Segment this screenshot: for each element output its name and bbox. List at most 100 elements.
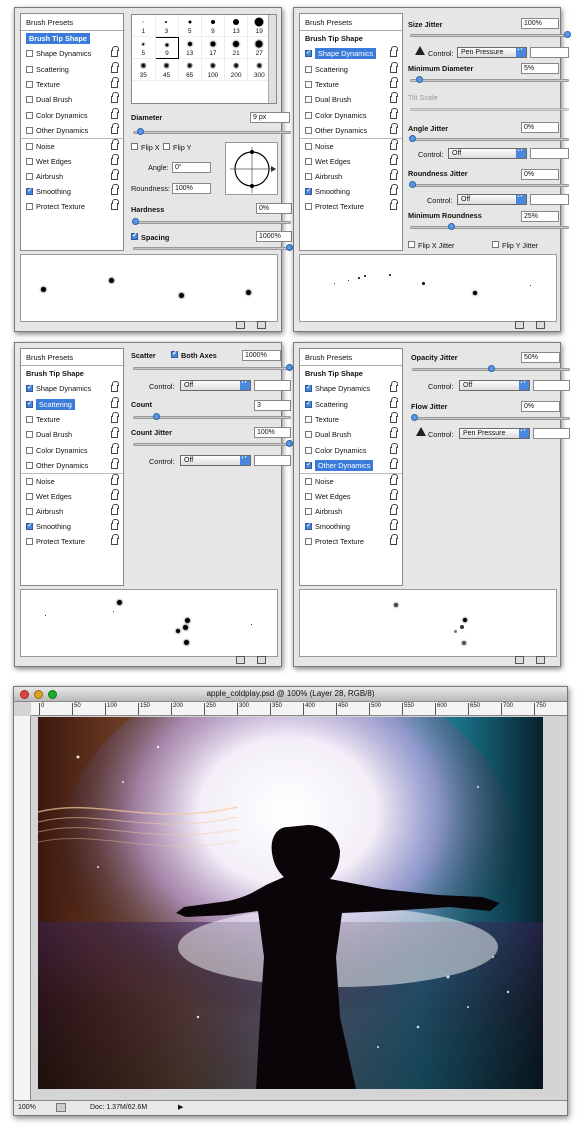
trash-icon[interactable] bbox=[536, 656, 545, 664]
count-field[interactable]: 3 bbox=[254, 400, 291, 411]
angle-roundness-widget[interactable] bbox=[225, 142, 278, 195]
fade-steps-field[interactable] bbox=[530, 47, 569, 58]
lock-icon[interactable] bbox=[390, 107, 398, 119]
brush-option-airbrush[interactable]: Airbrush bbox=[300, 503, 402, 519]
lock-icon[interactable] bbox=[111, 381, 119, 393]
brush-preset[interactable]: 13 bbox=[178, 37, 202, 59]
option-checkbox[interactable] bbox=[305, 446, 312, 454]
option-checkbox[interactable] bbox=[26, 157, 33, 165]
brush-preset-grid[interactable]: ✺ 300 ✺ 200 ✺ 100 ✺ 65 ✺ 45 ✺ 35 27 21 17 13 9 5 19 13 9 5 3 1 bbox=[131, 14, 277, 104]
option-checkbox[interactable] bbox=[26, 111, 33, 119]
slider-knob[interactable] bbox=[411, 414, 418, 421]
lock-icon[interactable] bbox=[111, 92, 119, 104]
option-checkbox[interactable] bbox=[305, 521, 312, 531]
lock-icon[interactable] bbox=[111, 46, 119, 58]
lock-icon[interactable] bbox=[111, 199, 119, 211]
slider-knob[interactable] bbox=[409, 135, 416, 142]
lock-icon[interactable] bbox=[390, 138, 398, 150]
quick-mask-icon[interactable] bbox=[56, 1103, 66, 1112]
slider-knob[interactable] bbox=[488, 365, 495, 372]
option-checkbox[interactable] bbox=[26, 399, 33, 408]
new-brush-icon[interactable] bbox=[515, 656, 524, 664]
count-jitter-field[interactable]: 100% bbox=[254, 427, 291, 438]
lock-icon[interactable] bbox=[111, 519, 119, 531]
new-brush-icon[interactable] bbox=[236, 656, 245, 664]
option-checkbox[interactable] bbox=[26, 383, 33, 393]
flip-y-jitter-option[interactable]: Flip Y Jitter bbox=[492, 241, 538, 250]
count-jitter-slider[interactable] bbox=[133, 440, 293, 447]
zoom-button[interactable] bbox=[48, 690, 57, 699]
brush-option-smoothing[interactable]: Smoothing bbox=[21, 519, 123, 534]
opacity-fade-field[interactable] bbox=[533, 380, 570, 391]
slider-knob[interactable] bbox=[409, 181, 416, 188]
scatter-field[interactable]: 1000% bbox=[242, 350, 281, 361]
brush-preset[interactable]: ✺ 100 bbox=[201, 59, 226, 81]
brush-option-smoothing[interactable]: Smoothing bbox=[300, 519, 402, 534]
brush-option-protect-texture[interactable]: Protect Texture bbox=[300, 534, 402, 549]
lock-icon[interactable] bbox=[111, 534, 119, 546]
brush-option-airbrush[interactable]: Airbrush bbox=[300, 168, 402, 184]
roundness-field[interactable]: 100% bbox=[172, 183, 211, 194]
option-checkbox[interactable] bbox=[305, 460, 312, 469]
brush-preset[interactable]: 9 bbox=[201, 15, 226, 37]
new-brush-icon[interactable] bbox=[236, 321, 245, 329]
brush-option-dual-brush[interactable]: Dual Brush bbox=[21, 92, 123, 107]
roundness-fade-field[interactable] bbox=[530, 194, 569, 205]
angle-field[interactable]: 0° bbox=[172, 162, 211, 173]
option-checkbox[interactable] bbox=[305, 142, 312, 150]
brush-option-texture[interactable]: Texture bbox=[21, 77, 123, 92]
brush-option-color-dynamics[interactable]: Color Dynamics bbox=[300, 107, 402, 122]
lock-icon[interactable] bbox=[111, 457, 119, 469]
lock-icon[interactable] bbox=[390, 396, 398, 408]
brush-preset[interactable]: 21 bbox=[224, 37, 249, 59]
brush-option-airbrush[interactable]: Airbrush bbox=[21, 503, 123, 519]
option-checkbox[interactable] bbox=[26, 65, 33, 73]
status-menu-arrow-icon[interactable]: ▶ bbox=[178, 1103, 183, 1111]
brush-option-other-dynamics[interactable]: Other Dynamics bbox=[21, 122, 123, 138]
brush-option-smoothing[interactable]: Smoothing bbox=[300, 184, 402, 199]
brush-option-shape-dynamics[interactable]: Shape Dynamics bbox=[300, 381, 402, 396]
lock-icon[interactable] bbox=[390, 457, 398, 469]
brush-option-scattering[interactable]: Scattering bbox=[300, 61, 402, 77]
brush-option-protect-texture[interactable]: Protect Texture bbox=[21, 534, 123, 549]
size-jitter-field[interactable]: 100% bbox=[521, 18, 559, 29]
option-checkbox[interactable] bbox=[305, 157, 312, 165]
scatter-fade-field[interactable] bbox=[254, 380, 291, 391]
option-checkbox[interactable] bbox=[305, 172, 312, 180]
option-checkbox[interactable] bbox=[305, 492, 312, 500]
brush-option-noise[interactable]: Noise bbox=[21, 473, 123, 488]
horizontal-ruler[interactable]: 0 50 100 150 200 250 300 350 400 450 500 550 600 650 7… bbox=[31, 702, 567, 716]
brush-option-other-dynamics[interactable]: Other Dynamics bbox=[300, 457, 402, 473]
lock-icon[interactable] bbox=[390, 442, 398, 454]
lock-icon[interactable] bbox=[111, 488, 119, 500]
brush-presets-item[interactable]: Brush Presets bbox=[21, 349, 123, 366]
brush-option-wet-edges[interactable]: Wet Edges bbox=[21, 153, 123, 168]
option-checkbox[interactable] bbox=[26, 431, 33, 439]
option-checkbox[interactable] bbox=[26, 96, 33, 104]
lock-icon[interactable] bbox=[390, 503, 398, 515]
size-jitter-slider[interactable] bbox=[410, 31, 571, 38]
brush-option-protect-texture[interactable]: Protect Texture bbox=[300, 199, 402, 214]
option-checkbox[interactable] bbox=[26, 81, 33, 89]
lock-icon[interactable] bbox=[111, 396, 119, 408]
option-checkbox[interactable] bbox=[305, 65, 312, 73]
lock-icon[interactable] bbox=[390, 77, 398, 89]
roundness-control-select[interactable]: Off bbox=[457, 194, 527, 205]
brush-option-noise[interactable]: Noise bbox=[300, 138, 402, 153]
flow-jitter-field[interactable]: 0% bbox=[521, 401, 560, 412]
option-checkbox[interactable] bbox=[26, 203, 33, 211]
flip-x-option[interactable]: Flip X bbox=[131, 143, 160, 152]
brush-preset[interactable]: 5 bbox=[132, 37, 156, 59]
option-checkbox[interactable] bbox=[26, 538, 33, 546]
angle-jitter-field[interactable]: 0% bbox=[521, 122, 559, 133]
lock-icon[interactable] bbox=[390, 412, 398, 424]
slider-knob[interactable] bbox=[416, 76, 423, 83]
lock-icon[interactable] bbox=[111, 107, 119, 119]
lock-icon[interactable] bbox=[390, 46, 398, 58]
slider-knob[interactable] bbox=[564, 31, 571, 38]
flip-y-jitter-checkbox[interactable] bbox=[492, 241, 499, 248]
lock-icon[interactable] bbox=[111, 138, 119, 150]
brush-presets-item[interactable]: Brush Presets bbox=[300, 14, 402, 31]
min-diameter-slider[interactable] bbox=[410, 76, 569, 83]
flip-x-jitter-option[interactable]: Flip X Jitter bbox=[408, 241, 455, 250]
